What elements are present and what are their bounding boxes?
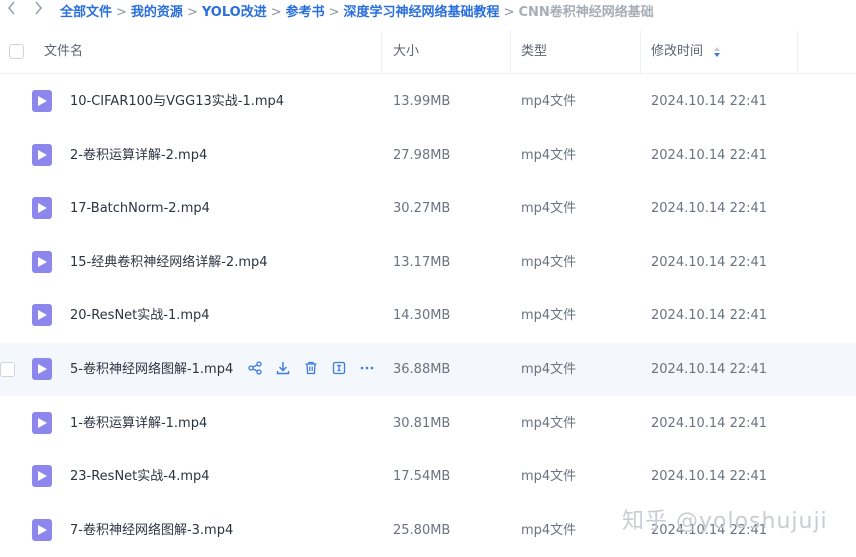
column-divider (640, 31, 641, 73)
watermark: 知乎 @yoloshujuji (622, 509, 828, 534)
file-name[interactable]: 7-卷积神经网络图解-3.mp4 (70, 504, 233, 557)
video-file-icon (32, 358, 52, 380)
file-type: mp4文件 (521, 308, 577, 323)
file-modified-time: 2024.10.14 22:41 (651, 148, 768, 163)
breadcrumb-my-resources[interactable]: 我的资源 (131, 5, 183, 20)
column-header-name[interactable]: 文件名 (44, 31, 83, 73)
file-type: mp4文件 (521, 148, 577, 163)
file-type: mp4文件 (521, 201, 577, 216)
file-modified-time: 2024.10.14 22:41 (651, 362, 768, 377)
table-header: 文件名 大小 类型 修改时间 (0, 31, 856, 74)
breadcrumb-yolo[interactable]: YOLO改进 (202, 5, 267, 20)
table-row[interactable]: 23-ResNet实战-4.mp4 17.54MB mp4文件 2024.10.14 … (0, 450, 856, 503)
file-size: 17.54MB (393, 469, 451, 484)
breadcrumb-deep-learning[interactable]: 深度学习神经网络基础教程 (344, 5, 500, 20)
breadcrumb-all-files[interactable]: 全部文件 (60, 5, 112, 20)
file-name[interactable]: 17-BatchNorm-2.mp4 (70, 182, 210, 235)
column-divider (797, 31, 798, 73)
column-header-modified-label: 修改时间 (651, 44, 704, 59)
file-name[interactable]: 23-ResNet实战-4.mp4 (70, 450, 210, 503)
file-name[interactable]: 1-卷积运算详解-1.mp4 (70, 397, 207, 450)
table-row[interactable]: 20-ResNet实战-1.mp4 14.30MB mp4文件 2024.10.14 … (0, 289, 856, 342)
breadcrumb-separator: > (328, 5, 340, 20)
table-row[interactable]: 15-经典卷积神经网络详解-2.mp4 13.17MB mp4文件 2024.10.1… (0, 236, 856, 289)
file-size: 25.80MB (393, 523, 451, 538)
file-name[interactable]: 5-卷积神经网络图解-1.mp4 (70, 343, 233, 396)
breadcrumb-separator: > (186, 5, 198, 20)
breadcrumb-current-folder: CNN卷积神经网络基础 (518, 5, 654, 20)
breadcrumb-separator: > (116, 5, 127, 20)
file-modified-time: 2024.10.14 22:41 (651, 94, 768, 109)
share-icon[interactable] (247, 360, 263, 376)
file-size: 36.88MB (393, 362, 451, 377)
file-modified-time: 2024.10.14 22:41 (651, 416, 768, 431)
sort-icon[interactable] (713, 31, 721, 73)
file-modified-time: 2024.10.14 22:41 (651, 308, 768, 323)
breadcrumb-bar: 全部文件 > 我的资源 > YOLO改进 > 参考书 > 深度学习神经网络基础教程 > CNN卷积神… (0, 0, 856, 20)
file-size: 30.81MB (393, 416, 451, 431)
video-file-icon (32, 304, 52, 326)
row-actions (247, 360, 375, 376)
file-modified-time: 2024.10.14 22:41 (651, 201, 768, 216)
file-type: mp4文件 (521, 362, 577, 377)
column-header-type[interactable]: 类型 (521, 31, 547, 73)
table-row[interactable]: 10-CIFAR100与VGG13实战-1.mp4 13.99MB mp4文件 202… (0, 75, 856, 128)
file-size: 27.98MB (393, 148, 451, 163)
video-file-icon (32, 251, 52, 273)
video-file-icon (32, 519, 52, 541)
rename-icon[interactable] (331, 360, 347, 376)
file-type: mp4文件 (521, 416, 577, 431)
video-file-icon (32, 144, 52, 166)
file-type: mp4文件 (521, 255, 577, 270)
column-header-modified[interactable]: 修改时间 (651, 31, 720, 73)
select-all-checkbox[interactable] (9, 44, 24, 59)
download-icon[interactable] (275, 360, 291, 376)
file-size: 13.99MB (393, 94, 451, 109)
file-type: mp4文件 (521, 523, 577, 538)
column-header-size[interactable]: 大小 (393, 31, 419, 73)
video-file-icon (32, 197, 52, 219)
file-type: mp4文件 (521, 469, 577, 484)
forward-icon[interactable] (30, 0, 46, 16)
video-file-icon (32, 412, 52, 434)
back-icon[interactable] (4, 0, 20, 16)
file-type: mp4文件 (521, 94, 577, 109)
table-row[interactable]: 17-BatchNorm-2.mp4 30.27MB mp4文件 2024.10.14… (0, 182, 856, 235)
file-size: 14.30MB (393, 308, 451, 323)
table-row[interactable]: 5-卷积神经网络图解-1.mp4 36.88MB mp4文件 2024.10.14 2… (0, 343, 856, 396)
file-name[interactable]: 15-经典卷积神经网络详解-2.mp4 (70, 236, 268, 289)
file-size: 13.17MB (393, 255, 451, 270)
file-name[interactable]: 10-CIFAR100与VGG13实战-1.mp4 (70, 75, 284, 128)
video-file-icon (32, 465, 52, 487)
file-modified-time: 2024.10.14 22:41 (651, 469, 768, 484)
video-file-icon (32, 90, 52, 112)
row-checkbox[interactable] (0, 362, 15, 377)
file-modified-time: 2024.10.14 22:41 (651, 255, 768, 270)
more-icon[interactable] (359, 360, 375, 376)
column-divider (510, 31, 511, 73)
breadcrumb-separator: > (503, 5, 515, 20)
breadcrumb: 全部文件 > 我的资源 > YOLO改进 > 参考书 > 深度学习神经网络基础教程 > CNN卷积神… (60, 1, 654, 20)
table-row[interactable]: 1-卷积运算详解-1.mp4 30.81MB mp4文件 2024.10.14 22:… (0, 397, 856, 450)
file-size: 30.27MB (393, 201, 451, 216)
table-row[interactable]: 2-卷积运算详解-2.mp4 27.98MB mp4文件 2024.10.14 22:… (0, 129, 856, 182)
breadcrumb-separator: > (270, 5, 282, 20)
file-name[interactable]: 2-卷积运算详解-2.mp4 (70, 129, 207, 182)
breadcrumb-reference-books[interactable]: 参考书 (286, 5, 325, 20)
delete-icon[interactable] (303, 360, 319, 376)
file-name[interactable]: 20-ResNet实战-1.mp4 (70, 289, 210, 342)
column-divider (381, 31, 382, 73)
